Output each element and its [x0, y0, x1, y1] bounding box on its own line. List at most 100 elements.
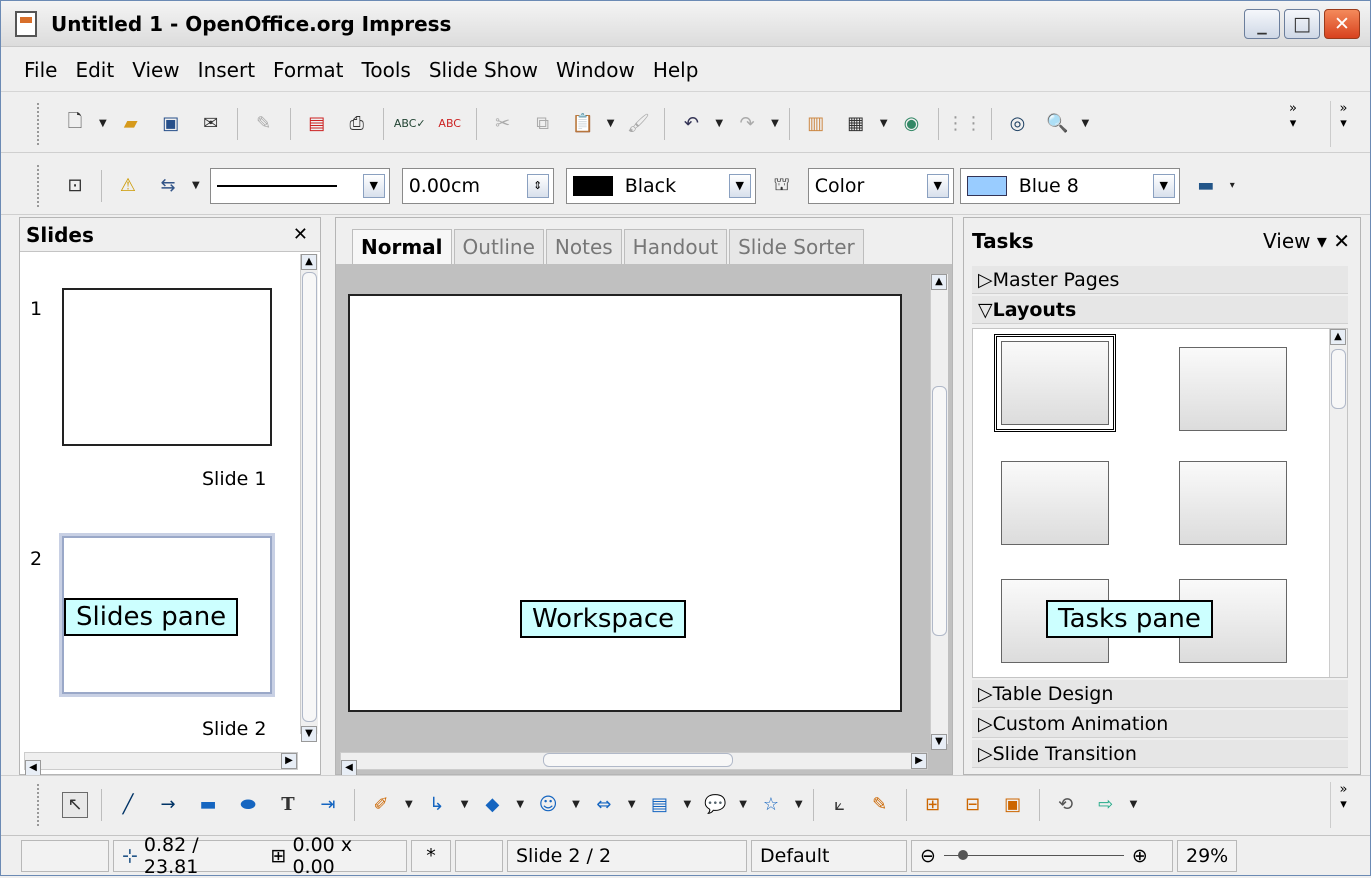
- menu-slide-show[interactable]: Slide Show: [420, 58, 547, 82]
- rectangle-tool-icon[interactable]: ▬: [195, 792, 221, 818]
- line-style-select[interactable]: ▼: [209, 167, 390, 204]
- new-document-icon[interactable]: 🗋: [62, 111, 88, 137]
- layout-title-two-columns[interactable]: [1179, 461, 1287, 545]
- dropdown-arrow-icon[interactable]: ▼: [405, 799, 413, 810]
- scroll-left-icon[interactable]: ◀: [25, 760, 41, 776]
- dropdown-arrow-icon[interactable]: ▼: [771, 118, 779, 129]
- dropdown-arrow-icon[interactable]: ▼: [192, 180, 200, 191]
- scroll-up-icon[interactable]: ▲: [1330, 329, 1346, 345]
- close-button[interactable]: ✕: [1324, 9, 1360, 39]
- toolbar-grip[interactable]: [37, 164, 41, 207]
- toolbar-overflow-icon[interactable]: » ▾: [1330, 782, 1356, 828]
- dropdown-arrow-icon[interactable]: ▼: [516, 799, 524, 810]
- zoom-percent[interactable]: 29%: [1177, 839, 1237, 872]
- tasks-view-menu[interactable]: View ▾ ✕: [1263, 229, 1350, 253]
- dropdown-arrow-icon[interactable]: ▼: [572, 799, 580, 810]
- table-icon[interactable]: ▦: [843, 111, 869, 137]
- scroll-thumb[interactable]: [932, 386, 947, 636]
- dropdown-arrow-icon[interactable]: ▼: [607, 118, 615, 129]
- gallery-icon[interactable]: ◉: [899, 111, 925, 137]
- dropdown-arrow-icon[interactable]: ▼: [99, 118, 107, 129]
- arrow-style-icon[interactable]: ⚠: [115, 173, 141, 199]
- paste-icon[interactable]: 📋: [570, 111, 596, 137]
- scroll-left-icon[interactable]: ◀: [341, 760, 357, 776]
- chart-icon[interactable]: ▥: [803, 111, 829, 137]
- area-style-select[interactable]: Color ▼: [807, 167, 954, 204]
- copy-icon[interactable]: ⧉: [530, 111, 556, 137]
- dropdown-arrow-icon[interactable]: ▼: [739, 799, 747, 810]
- callouts-icon[interactable]: 💬: [702, 792, 728, 818]
- line-tool-icon[interactable]: ╱: [115, 792, 141, 818]
- menu-file[interactable]: File: [15, 58, 66, 82]
- scroll-right-icon[interactable]: ▶: [281, 753, 297, 769]
- print-icon[interactable]: ⎙: [344, 111, 370, 137]
- navigator-icon[interactable]: ◎: [1005, 111, 1031, 137]
- fontwork-gallery-icon[interactable]: ⊞: [920, 792, 946, 818]
- edit-file-icon[interactable]: ✎: [251, 111, 277, 137]
- status-master[interactable]: Default: [751, 839, 907, 872]
- basic-shapes-icon[interactable]: ◆: [479, 792, 505, 818]
- dropdown-arrow-icon[interactable]: ▼: [1082, 118, 1090, 129]
- chevron-down-icon[interactable]: ▼: [728, 173, 751, 198]
- cut-icon[interactable]: ✂: [490, 111, 516, 137]
- ellipse-tool-icon[interactable]: ⬬: [235, 792, 261, 818]
- scroll-up-icon[interactable]: ▲: [931, 274, 947, 290]
- menu-view[interactable]: View: [123, 58, 188, 82]
- undo-icon[interactable]: ↶: [678, 111, 704, 137]
- section-table-design[interactable]: ▷ Table Design: [972, 680, 1348, 708]
- workspace-vertical-scrollbar[interactable]: ▲: [930, 274, 948, 744]
- scroll-thumb[interactable]: [543, 753, 734, 767]
- layout-title-content[interactable]: [1001, 461, 1109, 545]
- dropdown-arrow-icon[interactable]: ▼: [1130, 799, 1138, 810]
- menu-tools[interactable]: Tools: [353, 58, 420, 82]
- curve-tool-icon[interactable]: ✐: [368, 792, 394, 818]
- dropdown-arrow-icon[interactable]: ▼: [684, 799, 692, 810]
- maximize-button[interactable]: □: [1284, 9, 1320, 39]
- grid-icon[interactable]: ⋮⋮: [947, 111, 983, 137]
- export-pdf-icon[interactable]: ▤: [304, 111, 330, 137]
- email-icon[interactable]: ✉: [198, 111, 224, 137]
- tab-slide-sorter[interactable]: Slide Sorter: [729, 229, 864, 264]
- chevron-down-icon[interactable]: ▼: [926, 173, 949, 198]
- line-color-select[interactable]: Black ▼: [565, 167, 756, 204]
- toolbar-grip[interactable]: [37, 783, 41, 826]
- zoom-icon[interactable]: 🔍: [1045, 111, 1071, 137]
- toolbar-grip[interactable]: [37, 102, 41, 145]
- dropdown-arrow-icon[interactable]: ▼: [628, 799, 636, 810]
- zoom-in-icon[interactable]: ⊕: [1132, 845, 1148, 867]
- section-master-pages[interactable]: ▷ Master Pages: [972, 266, 1348, 294]
- symbol-shapes-icon[interactable]: ☺: [535, 792, 561, 818]
- status-signature[interactable]: [455, 839, 503, 872]
- menu-insert[interactable]: Insert: [189, 58, 264, 82]
- vertical-text-icon[interactable]: ⇥: [315, 792, 341, 818]
- tab-handout[interactable]: Handout: [623, 229, 728, 264]
- stars-icon[interactable]: ☆: [758, 792, 784, 818]
- line-width-spinner[interactable]: 0.00cm ⇕: [401, 167, 554, 204]
- line-arrow-tool-icon[interactable]: →: [155, 792, 181, 818]
- select-arrow-icon[interactable]: ↖: [62, 791, 88, 818]
- scroll-thumb[interactable]: [302, 272, 317, 722]
- status-modified[interactable]: *: [411, 839, 451, 872]
- tab-normal[interactable]: Normal: [352, 229, 452, 264]
- autospellcheck-icon[interactable]: ABC: [437, 111, 463, 137]
- menu-help[interactable]: Help: [644, 58, 708, 82]
- area-color-select[interactable]: Blue 8 ▼: [959, 167, 1180, 204]
- zoom-out-icon[interactable]: ⊖: [920, 845, 936, 867]
- toolbar-overflow-icon[interactable]: » ▾: [1330, 101, 1356, 147]
- gallery-image-icon[interactable]: ▣: [1000, 792, 1026, 818]
- points-edit-icon[interactable]: ⟀: [827, 792, 853, 818]
- format-paintbrush-icon[interactable]: 🖌: [625, 111, 651, 137]
- tab-outline[interactable]: Outline: [453, 229, 544, 264]
- spellcheck-icon[interactable]: ABC✓: [394, 111, 426, 137]
- shadow-icon[interactable]: ▬: [1193, 173, 1219, 199]
- layouts-scrollbar[interactable]: ▲: [1329, 329, 1347, 677]
- flowchart-icon[interactable]: ▤: [647, 792, 673, 818]
- interaction-icon[interactable]: ⇨: [1093, 792, 1119, 818]
- slide-canvas[interactable]: [348, 294, 902, 712]
- menu-edit[interactable]: Edit: [66, 58, 123, 82]
- dropdown-arrow-icon[interactable]: ▼: [461, 799, 469, 810]
- slide-thumbnail-1[interactable]: [62, 288, 272, 446]
- workspace-horizontal-scrollbar[interactable]: ◀ ▶: [340, 752, 928, 776]
- layout-title-only[interactable]: [1179, 347, 1287, 431]
- scroll-down-icon[interactable]: ▼: [301, 726, 317, 742]
